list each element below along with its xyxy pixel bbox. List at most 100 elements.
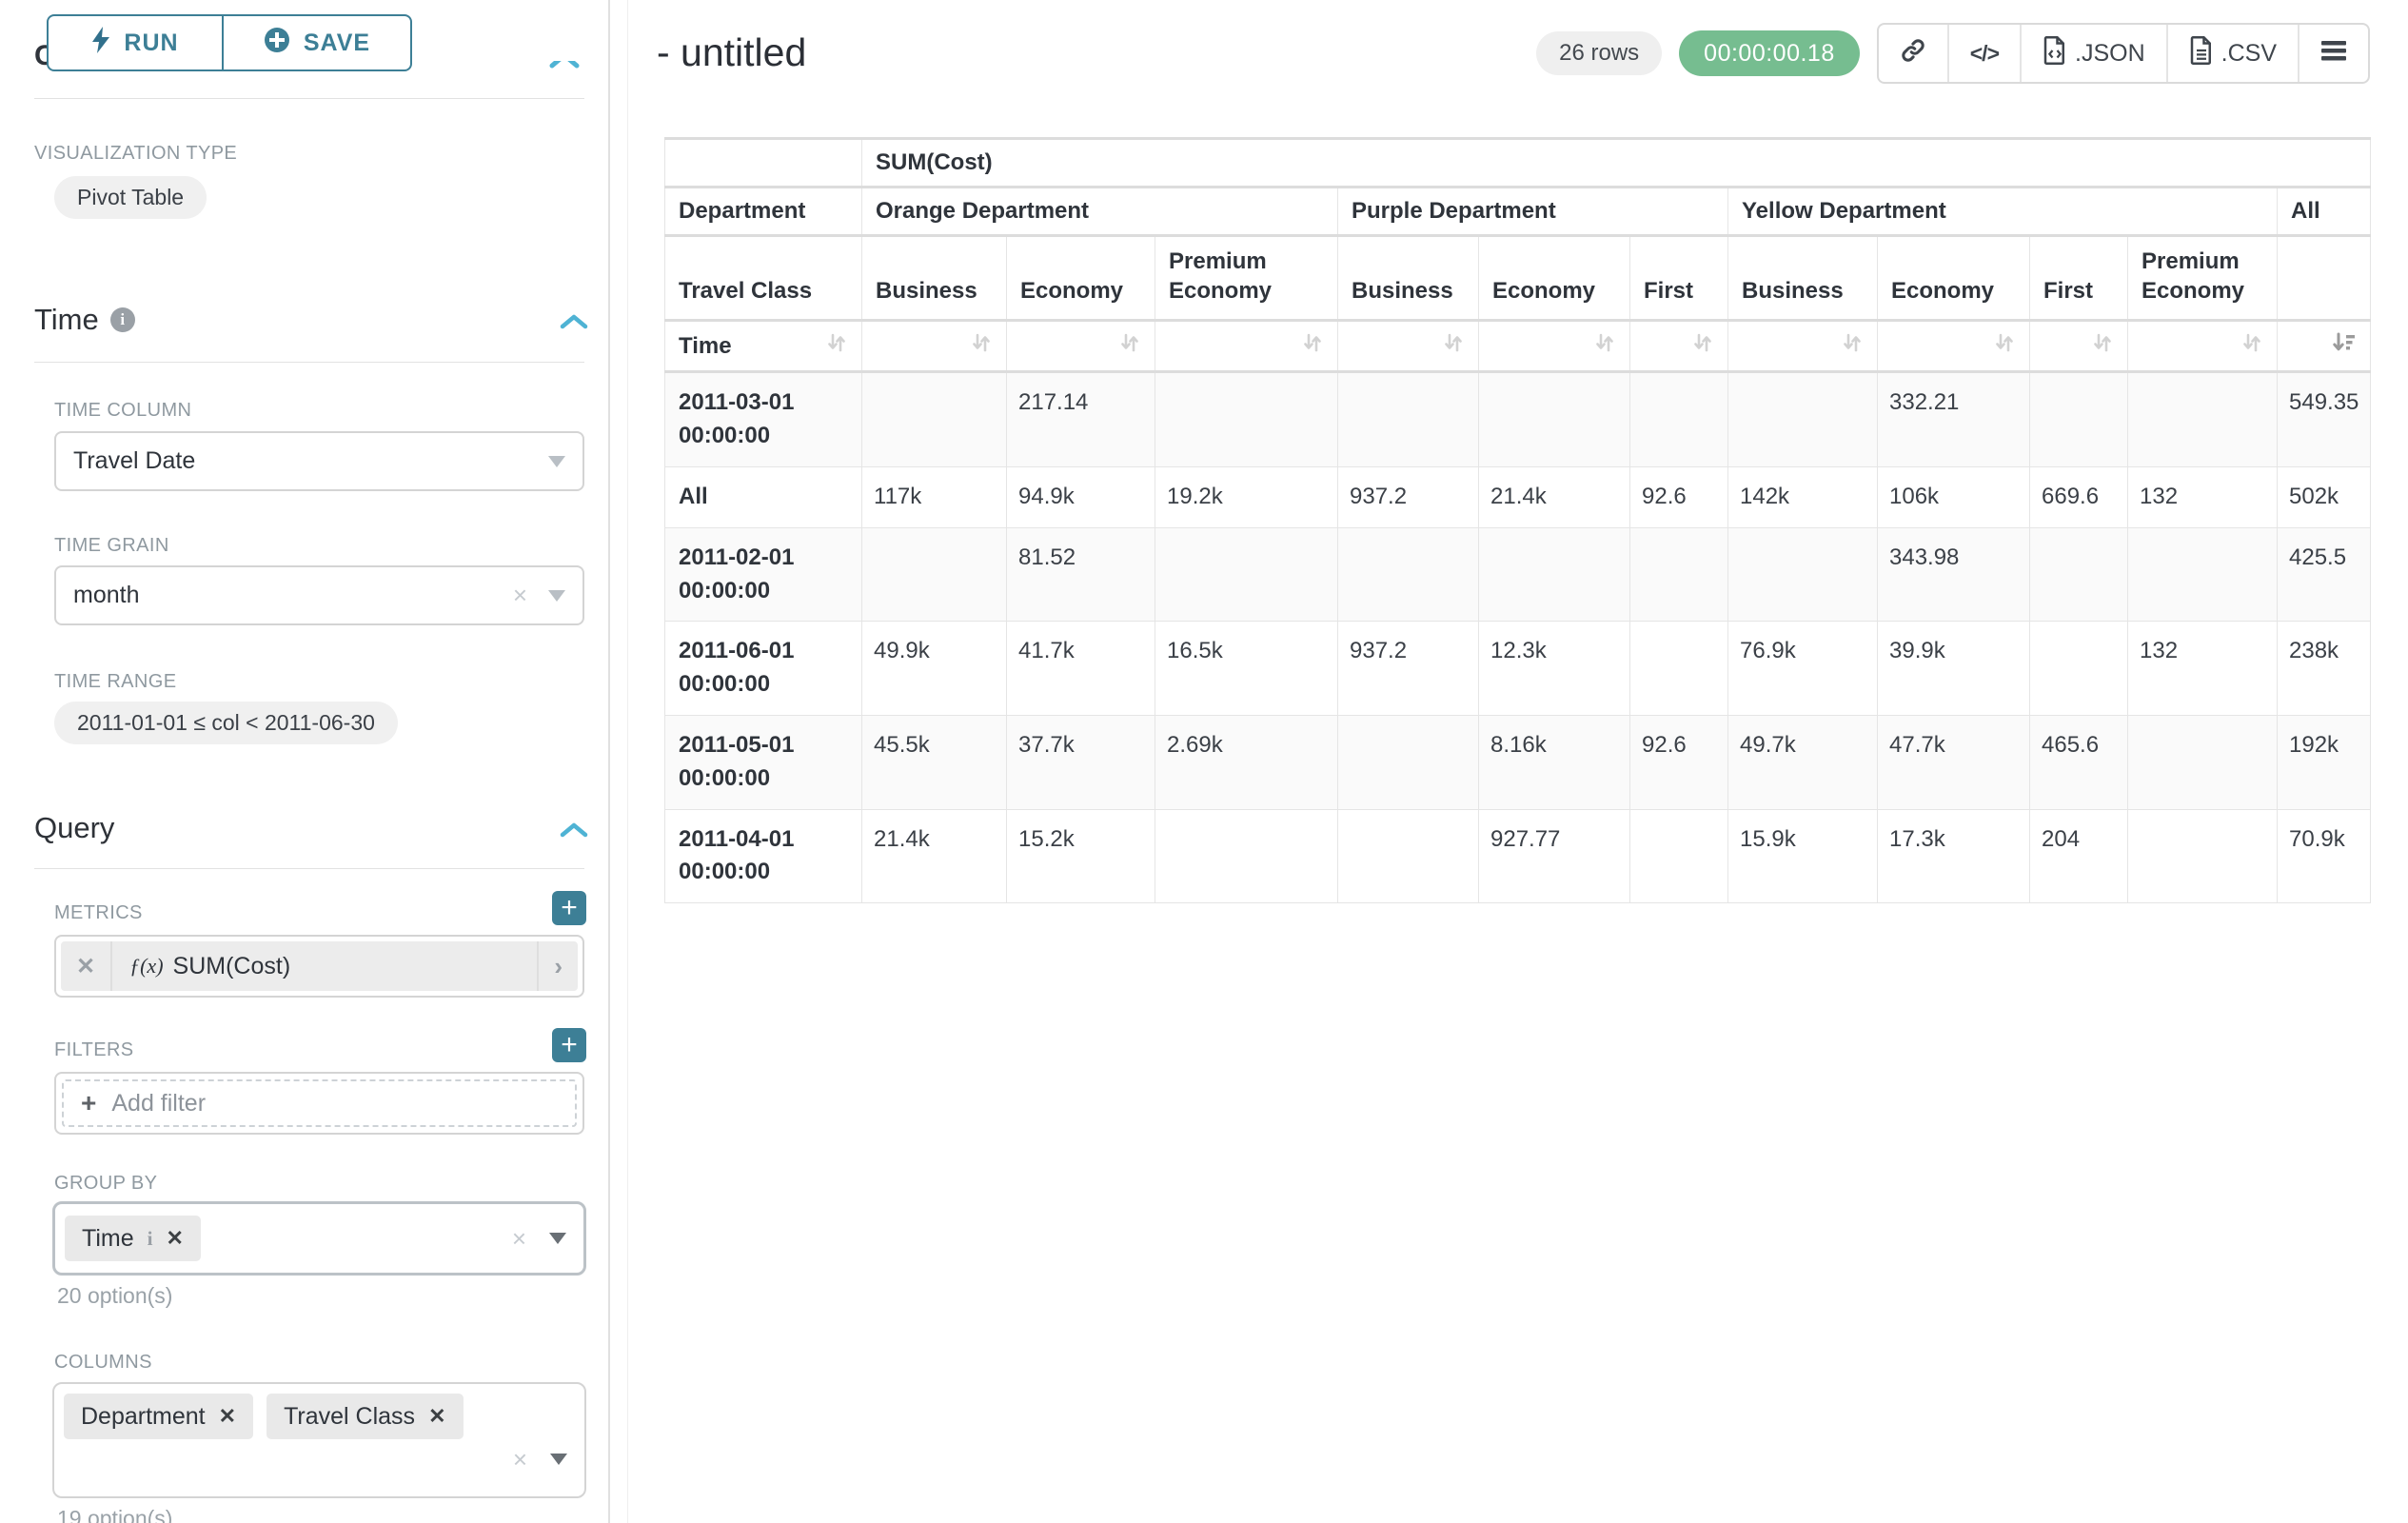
time-column-value: Travel Date <box>73 447 195 475</box>
row-label: 2011-05-01 00:00:00 <box>665 715 862 809</box>
save-button-label: SAVE <box>304 30 370 57</box>
add-filter-label: Add filter <box>111 1090 206 1118</box>
sort-icon[interactable] <box>2091 331 2114 361</box>
info-icon[interactable]: i <box>110 307 135 332</box>
visualization-type-label: VISUALIZATION TYPE <box>34 143 237 165</box>
value-cell: 502k <box>2278 466 2371 527</box>
sort-header-cell[interactable] <box>2128 321 2278 372</box>
sort-desc-active-icon[interactable] <box>2332 331 2357 361</box>
column-leaf-header: First <box>2030 236 2128 321</box>
value-cell: 49.9k <box>862 622 1007 716</box>
view-query-button[interactable]: </> <box>1949 25 2022 82</box>
value-cell <box>1155 372 1338 467</box>
clear-icon[interactable]: × <box>513 581 527 610</box>
sort-icon[interactable] <box>970 331 993 361</box>
sort-icon[interactable] <box>1691 331 1714 361</box>
remove-tag-icon[interactable]: ✕ <box>166 1226 183 1251</box>
visualization-type-pill[interactable]: Pivot Table <box>54 176 207 219</box>
run-button[interactable]: RUN <box>47 14 223 71</box>
query-collapse-chevron-icon[interactable] <box>560 821 588 844</box>
remove-tag-icon[interactable]: ✕ <box>428 1404 445 1429</box>
filters-box: + Add filter <box>54 1072 584 1135</box>
export-json-button[interactable]: .JSON <box>2022 25 2168 82</box>
value-cell: 41.7k <box>1007 622 1155 716</box>
value-cell: 76.9k <box>1728 622 1878 716</box>
sort-header-cell[interactable] <box>1007 321 1155 372</box>
columns-select[interactable]: Department✕ Travel Class✕ × <box>52 1382 586 1498</box>
row-label: All <box>665 466 862 527</box>
time-heading-label: Time <box>34 303 99 337</box>
pivot-table-container: SUM(Cost)DepartmentOrange DepartmentPurp… <box>664 137 2371 903</box>
sort-header-cell[interactable] <box>1630 321 1728 372</box>
sort-icon[interactable] <box>1301 331 1324 361</box>
sort-icon[interactable] <box>825 331 848 361</box>
value-cell: 132 <box>2128 466 2278 527</box>
add-metric-button[interactable]: + <box>552 891 586 925</box>
value-cell: 17.3k <box>1878 809 2030 903</box>
value-cell: 204 <box>2030 809 2128 903</box>
sort-icon[interactable] <box>1993 331 2016 361</box>
sort-header-cell[interactable] <box>2030 321 2128 372</box>
table-row: 2011-06-01 00:00:0049.9k41.7k16.5k937.21… <box>665 622 2371 716</box>
column-group-header: Orange Department <box>862 188 1338 236</box>
add-filter-button[interactable]: + <box>552 1028 586 1062</box>
sort-header-cell[interactable] <box>1878 321 2030 372</box>
sort-icon[interactable] <box>1593 331 1616 361</box>
value-cell: 37.7k <box>1007 715 1155 809</box>
time-grain-select[interactable]: month × <box>54 565 584 625</box>
menu-button[interactable] <box>2299 25 2368 82</box>
code-icon: </> <box>1970 41 1999 67</box>
value-cell: 47.7k <box>1878 715 2030 809</box>
info-icon[interactable]: i <box>148 1227 153 1251</box>
query-heading-label: Query <box>34 811 114 845</box>
time-range-pill[interactable]: 2011-01-01 ≤ col < 2011-06-30 <box>54 702 398 744</box>
export-csv-button[interactable]: .CSV <box>2168 25 2299 82</box>
lightning-icon <box>91 27 110 60</box>
value-cell <box>2030 372 2128 467</box>
sort-header-time[interactable]: Time <box>665 321 862 372</box>
clear-icon[interactable]: × <box>512 1224 526 1254</box>
time-sort-label: Time <box>679 333 732 360</box>
share-link-button[interactable] <box>1879 25 1949 82</box>
sort-header-cell[interactable] <box>1338 321 1479 372</box>
group-by-select[interactable]: Timei✕ × <box>52 1201 586 1276</box>
save-button[interactable]: SAVE <box>223 14 412 71</box>
value-cell: 81.52 <box>1007 527 1155 622</box>
time-section-heading: Time i <box>34 303 135 337</box>
sort-icon[interactable] <box>1841 331 1864 361</box>
sidebar-resize-border[interactable] <box>608 0 610 1523</box>
sort-icon[interactable] <box>1442 331 1465 361</box>
sort-header-cell[interactable] <box>862 321 1007 372</box>
sort-header-cell[interactable] <box>2278 321 2371 372</box>
time-collapse-chevron-icon[interactable] <box>560 312 588 336</box>
sort-header-cell[interactable] <box>1155 321 1338 372</box>
chevron-right-icon[interactable]: › <box>537 941 578 991</box>
sort-icon[interactable] <box>2240 331 2263 361</box>
corner-blank-cell <box>665 139 862 188</box>
selected-option-tag[interactable]: Department✕ <box>64 1394 253 1439</box>
metric-header-cell: SUM(Cost) <box>862 139 2371 188</box>
chart-title[interactable]: - untitled <box>657 30 806 75</box>
chart-type-collapse-chevron-icon[interactable] <box>548 61 586 71</box>
add-filter-dropzone[interactable]: + Add filter <box>62 1079 577 1127</box>
sort-icon[interactable] <box>1118 331 1141 361</box>
function-icon: ƒ(x) <box>129 954 163 979</box>
value-cell: 549.35 <box>2278 372 2371 467</box>
row-dimension-header: Department <box>665 188 862 236</box>
value-cell: 16.5k <box>1155 622 1338 716</box>
time-column-select[interactable]: Travel Date <box>54 431 584 491</box>
selected-option-tag[interactable]: Travel Class✕ <box>266 1394 463 1439</box>
value-cell <box>1728 527 1878 622</box>
value-cell: 21.4k <box>862 809 1007 903</box>
row-subdimension-header: Travel Class <box>665 236 862 321</box>
clear-icon[interactable]: × <box>513 1445 527 1474</box>
sort-header-cell[interactable] <box>1479 321 1630 372</box>
metric-pill[interactable]: ✕ ƒ(x) SUM(Cost) › <box>61 941 578 991</box>
query-timer-badge: 00:00:00.18 <box>1679 30 1860 76</box>
table-row: 2011-05-01 00:00:0045.5k37.7k2.69k8.16k9… <box>665 715 2371 809</box>
remove-tag-icon[interactable]: ✕ <box>219 1404 236 1429</box>
remove-metric-icon[interactable]: ✕ <box>61 941 112 991</box>
sort-header-cell[interactable] <box>1728 321 1878 372</box>
selected-option-tag[interactable]: Timei✕ <box>65 1216 201 1261</box>
value-cell: 937.2 <box>1338 622 1479 716</box>
